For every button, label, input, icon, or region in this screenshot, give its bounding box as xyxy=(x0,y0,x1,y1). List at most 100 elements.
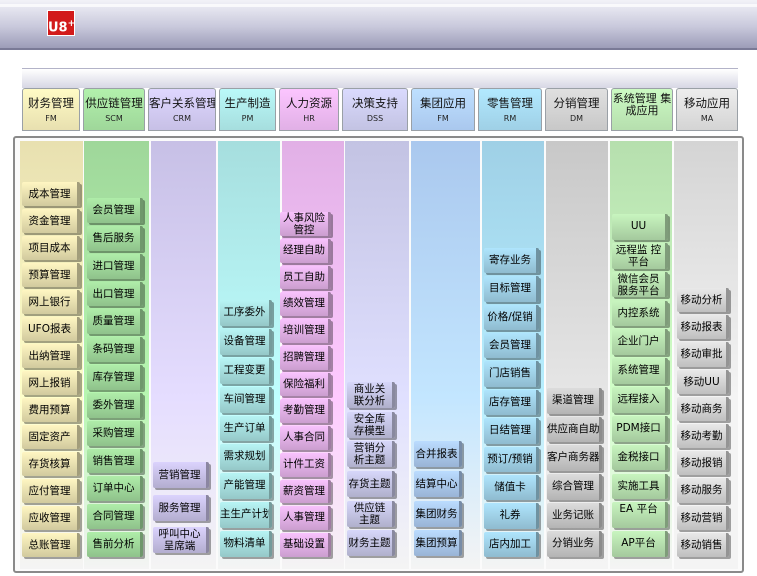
module-item[interactable]: 日结管理 xyxy=(484,418,539,444)
module-item[interactable]: 移动报销 xyxy=(677,451,729,476)
module-item[interactable]: 条码管理 xyxy=(87,337,143,363)
module-item[interactable]: 应收管理 xyxy=(22,506,80,530)
module-item[interactable]: 车间管理 xyxy=(220,386,272,413)
module-item[interactable]: 会员管理 xyxy=(87,198,143,223)
module-item[interactable]: 安全库 存模型 xyxy=(347,411,395,438)
module-item[interactable]: 基础设置 xyxy=(280,533,331,557)
module-item[interactable]: 需求规划 xyxy=(220,444,272,471)
module-item[interactable]: 移动服务 xyxy=(677,478,729,503)
module-item[interactable]: 寄存业务 xyxy=(484,248,539,274)
module-item[interactable]: 招聘管理 xyxy=(280,345,331,370)
module-tab-8[interactable]: 分销管理 DM xyxy=(545,88,608,131)
module-item[interactable]: 计件工资 xyxy=(280,452,331,477)
module-item[interactable]: 业务记账 xyxy=(547,502,602,529)
module-tab-10[interactable]: 移动应用 MA xyxy=(676,88,738,131)
module-item[interactable]: 会员管理 xyxy=(484,333,539,359)
module-item[interactable]: 进口管理 xyxy=(87,253,143,279)
module-item[interactable]: 服务管理 xyxy=(153,494,209,521)
module-item[interactable]: 渠道管理 xyxy=(547,388,602,414)
module-item[interactable]: 生产订单 xyxy=(220,415,272,442)
module-item[interactable]: 项目成本 xyxy=(22,236,80,260)
module-item[interactable]: 出口管理 xyxy=(87,281,143,307)
module-item[interactable]: 移动审批 xyxy=(677,342,729,367)
module-item[interactable]: 设备管理 xyxy=(220,328,272,355)
module-item[interactable]: 远程监 控平台 xyxy=(612,242,668,269)
module-item[interactable]: 网上银行 xyxy=(22,290,80,314)
module-item[interactable]: 金税接口 xyxy=(612,444,668,471)
module-item[interactable]: 客户商务器 xyxy=(547,445,602,471)
module-tab-5[interactable]: 决策支持 DSS xyxy=(342,88,408,131)
module-item[interactable]: 目标管理 xyxy=(484,276,539,302)
module-item[interactable]: PDM接口 xyxy=(612,415,668,442)
module-item[interactable]: 商业关 联分析 xyxy=(347,382,395,408)
module-item[interactable]: 营销管理 xyxy=(153,462,209,488)
module-item[interactable]: 经理自助 xyxy=(280,238,331,263)
module-tab-9[interactable]: 系统管理 集成应用 xyxy=(611,88,673,131)
module-item[interactable]: 销售管理 xyxy=(87,448,143,474)
module-item[interactable]: 供应链 主题 xyxy=(347,500,395,527)
module-item[interactable]: 礼券 xyxy=(484,503,539,529)
module-item[interactable]: 分销业务 xyxy=(547,531,602,557)
module-item[interactable]: 订单中心 xyxy=(87,476,143,502)
module-tab-2[interactable]: 客户关系管理 CRM xyxy=(148,88,216,131)
module-item[interactable]: 主生产计划 xyxy=(220,502,272,529)
module-item[interactable]: 移动商务 xyxy=(677,396,729,421)
module-item[interactable]: 存货核算 xyxy=(22,452,80,476)
module-item[interactable]: 营销分 析主题 xyxy=(347,441,395,468)
module-item[interactable]: 工程变更 xyxy=(220,357,272,384)
module-item[interactable]: 资金管理 xyxy=(22,209,80,233)
module-item[interactable]: 薪资管理 xyxy=(280,479,331,504)
module-item[interactable]: EA 平台 xyxy=(612,502,668,529)
module-item[interactable]: 售后服务 xyxy=(87,225,143,251)
module-item[interactable]: 集团财务 xyxy=(414,500,462,527)
module-item[interactable]: 门店销售 xyxy=(484,361,539,387)
module-item[interactable]: 采购管理 xyxy=(87,420,143,446)
module-item[interactable]: 储值卡 xyxy=(484,474,539,501)
module-item[interactable]: 移动分析 xyxy=(677,288,729,313)
module-item[interactable]: 人事管理 xyxy=(280,506,331,531)
module-item[interactable]: UFO报表 xyxy=(22,317,80,341)
module-item[interactable]: 移动营销 xyxy=(677,505,729,530)
module-tab-0[interactable]: 财务管理 FM xyxy=(22,88,80,131)
module-item[interactable]: 移动报表 xyxy=(677,315,729,340)
module-item[interactable]: 店内加工 xyxy=(484,531,539,557)
module-item[interactable]: 成本管理 xyxy=(22,182,80,206)
module-item[interactable]: 系统管理 xyxy=(612,358,668,384)
module-item[interactable]: UU xyxy=(612,214,668,240)
module-item[interactable]: 价格/促销 xyxy=(484,304,539,331)
module-item[interactable]: 合同管理 xyxy=(87,504,143,530)
module-item[interactable]: 人事合同 xyxy=(280,426,331,450)
module-item[interactable]: 费用预算 xyxy=(22,398,80,422)
module-item[interactable]: 预订/预销 xyxy=(484,446,539,472)
module-item[interactable]: 物料清单 xyxy=(220,531,272,557)
module-item[interactable]: 员工自助 xyxy=(280,265,331,290)
module-item[interactable]: 质量管理 xyxy=(87,309,143,335)
module-item[interactable]: 移动销售 xyxy=(677,532,729,557)
module-item[interactable]: 合并报表 xyxy=(414,441,462,467)
module-item[interactable]: 培训管理 xyxy=(280,319,331,343)
module-item[interactable]: 售前分析 xyxy=(87,532,143,557)
module-item[interactable]: 实施工具 xyxy=(612,473,668,500)
module-item[interactable]: 综合管理 xyxy=(547,474,602,500)
module-tab-3[interactable]: 生产制造 PM xyxy=(219,88,276,131)
module-item[interactable]: 绩效管理 xyxy=(280,292,331,317)
module-item[interactable]: 呼叫中心 呈席端 xyxy=(153,527,209,554)
module-tab-1[interactable]: 供应链管理 SCM xyxy=(83,88,145,131)
module-item[interactable]: 工序委外 xyxy=(220,300,272,326)
module-item[interactable]: 企业门户 xyxy=(612,329,668,356)
module-item[interactable]: 考勤管理 xyxy=(280,399,331,424)
module-item[interactable]: 存货主题 xyxy=(347,471,395,497)
module-item[interactable]: 集团预算 xyxy=(414,530,462,557)
module-item[interactable]: 微信会员 服务平台 xyxy=(612,271,668,298)
module-item[interactable]: 移动考勤 xyxy=(677,424,729,449)
module-item[interactable]: 内控系统 xyxy=(612,300,668,327)
module-item[interactable]: 网上报销 xyxy=(22,371,80,395)
module-item[interactable]: 委外管理 xyxy=(87,392,143,418)
module-item[interactable]: 远程接入 xyxy=(612,387,668,413)
module-item[interactable]: 预算管理 xyxy=(22,263,80,287)
module-item[interactable]: 人事风险 管控 xyxy=(280,212,331,236)
module-tab-6[interactable]: 集团应用 FM xyxy=(411,88,475,131)
module-item[interactable]: 总账管理 xyxy=(22,533,80,557)
module-item[interactable]: 移动UU xyxy=(677,369,729,394)
module-item[interactable]: 店存管理 xyxy=(484,389,539,416)
